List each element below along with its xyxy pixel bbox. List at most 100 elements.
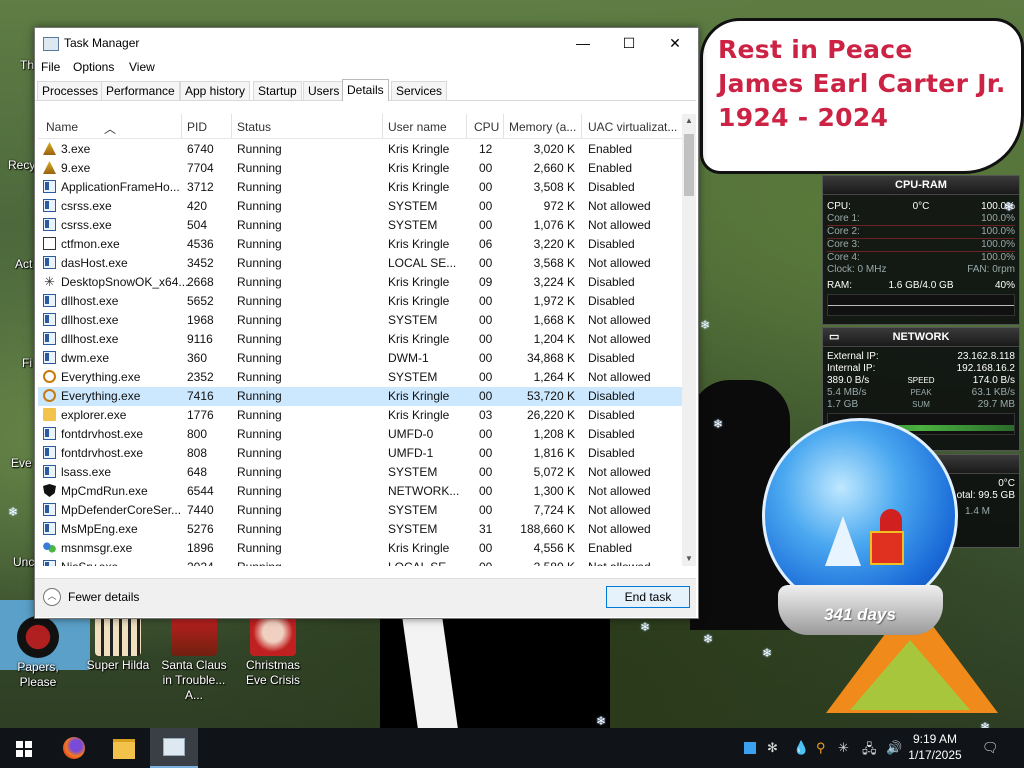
tab-processes[interactable]: Processes	[37, 81, 104, 100]
vertical-scrollbar[interactable]: ▲ ▼	[682, 114, 696, 566]
task-manager-window[interactable]: Task Manager — ☐ ✕ File Options View Pro…	[34, 27, 699, 619]
table-row[interactable]: lsass.exe 648 Running SYSTEM 00 5,072 K Not al…	[38, 463, 682, 482]
table-row[interactable]: Everything.exe 2352 Running SYSTEM 00 1,264 K…	[38, 368, 682, 387]
tray-search-icon[interactable]: ⚲	[816, 740, 826, 756]
table-row[interactable]: MpCmdRun.exe 6544 Running NETWORK... 00 1,300…	[38, 482, 682, 501]
column-header-memory[interactable]: Memory (a...	[509, 120, 576, 134]
process-uac: Not allowed	[588, 256, 651, 270]
menu-file[interactable]: File	[41, 60, 60, 74]
column-separator[interactable]	[231, 114, 232, 138]
process-cpu: 00	[479, 484, 493, 498]
title-bar[interactable]: Task Manager — ☐ ✕	[35, 28, 698, 58]
end-task-button[interactable]: End task	[606, 586, 690, 608]
column-header-user-name[interactable]: User name	[388, 120, 447, 134]
taskbar-clock[interactable]: 9:19 AM 1/17/2025	[905, 731, 965, 763]
taskbar-file-explorer[interactable]	[100, 728, 148, 768]
column-header-cpu[interactable]: CPU	[474, 120, 499, 134]
process-user: Kris Kringle	[388, 275, 450, 289]
process-memory: 1,264 K	[533, 370, 575, 384]
table-row[interactable]: ✳ DesktopSnowOK_x64... 2668 Running Kris Kri…	[38, 273, 682, 292]
desktop-icon-christmas-eve-crisis[interactable]: Christmas Eve Crisis	[235, 616, 311, 688]
table-row[interactable]: MpDefenderCoreSer... 7440 Running SYSTEM 00 7…	[38, 501, 682, 520]
table-row[interactable]: 3.exe 6740 Running Kris Kringle 12 3,020 K Ena…	[38, 140, 682, 159]
tab-startup[interactable]: Startup	[253, 81, 302, 100]
tray-snowflake-icon[interactable]: ✳	[838, 740, 849, 756]
application-icon	[43, 351, 56, 364]
desktop-icon-papers-please[interactable]: Papers, Please	[0, 616, 76, 690]
scroll-down-icon[interactable]: ▼	[682, 554, 696, 563]
details-table[interactable]: ︿ Name PID Status User name CPU Memory (…	[38, 114, 682, 566]
tray-volume-icon[interactable]: 🔊	[886, 740, 902, 756]
table-row[interactable]: dllhost.exe 9116 Running Kris Kringle 00 1,20…	[38, 330, 682, 349]
process-uac: Enabled	[588, 161, 633, 175]
desktop-icon-super-hilda[interactable]: Super Hilda	[80, 616, 156, 673]
minimize-button[interactable]: —	[560, 28, 606, 58]
process-user: UMFD-0	[388, 427, 434, 441]
tray-drop-icon[interactable]: 💧	[793, 740, 809, 756]
taskbar-firefox[interactable]	[50, 728, 98, 768]
process-memory: 4,556 K	[533, 541, 575, 555]
process-cpu: 09	[479, 275, 493, 289]
notification-icon[interactable]: 🗨	[982, 740, 999, 756]
column-header-status[interactable]: Status	[237, 120, 271, 134]
menu-options[interactable]: Options	[73, 60, 114, 74]
table-row[interactable]: dwm.exe 360 Running DWM-1 00 34,868 K Disabled	[38, 349, 682, 368]
scrollbar-thumb[interactable]	[684, 134, 694, 196]
process-pid: 6740	[187, 142, 214, 156]
table-row[interactable]: csrss.exe 420 Running SYSTEM 00 972 K Not allo…	[38, 197, 682, 216]
desktop-icon-partial-label[interactable]: Act	[15, 257, 32, 271]
table-row[interactable]: explorer.exe 1776 Running Kris Kringle 03 26,…	[38, 406, 682, 425]
column-separator[interactable]	[382, 114, 383, 138]
chevron-up-icon[interactable]: ︿	[43, 588, 61, 606]
menu-view[interactable]: View	[129, 60, 155, 74]
taskbar-task-manager[interactable]	[150, 728, 198, 768]
table-row[interactable]: ApplicationFrameHo... 3712 Running Kris Kri…	[38, 178, 682, 197]
tray-network-icon[interactable]: 🖧	[862, 740, 877, 762]
column-separator[interactable]	[503, 114, 504, 138]
table-row[interactable]: fontdrvhost.exe 800 Running UMFD-0 00 1,208 K…	[38, 425, 682, 444]
scroll-up-icon[interactable]: ▲	[682, 116, 696, 125]
desktop-icon-partial-label[interactable]: Unc	[13, 555, 34, 569]
core-percent: 100.0%	[981, 226, 1015, 237]
maximize-button[interactable]: ☐	[606, 28, 652, 58]
application-icon	[43, 180, 56, 193]
column-header-name[interactable]: Name	[46, 120, 78, 134]
cpu-ram-gadget[interactable]: CPU-RAM CPU: 0°C 100.0% Core 1: 100.0% Co…	[822, 175, 1020, 325]
start-button[interactable]	[0, 728, 48, 768]
table-row[interactable]: MsMpEng.exe 5276 Running SYSTEM 31 188,660 KN…	[38, 520, 682, 539]
desktop-icon-partial-label[interactable]: Fi	[22, 356, 32, 370]
table-row[interactable]: 9.exe 7704 Running Kris Kringle 00 2,660 K Ena…	[38, 159, 682, 178]
close-button[interactable]: ✕	[652, 28, 698, 58]
fewer-details-link[interactable]: Fewer details	[68, 590, 139, 604]
table-row[interactable]: msnmsgr.exe 1896 Running Kris Kringle 00 4,55…	[38, 539, 682, 558]
table-row[interactable]: Everything.exe 7416 Running Kris Kringle 00 5…	[38, 387, 682, 406]
process-pid: 800	[187, 427, 208, 441]
desktop-icon-partial-label[interactable]: Th	[20, 58, 34, 72]
table-row[interactable]: dllhost.exe 5652 Running Kris Kringle 00 1,97…	[38, 292, 682, 311]
table-row[interactable]: ctfmon.exe 4536 Running Kris Kringle 06 3,220…	[38, 235, 682, 254]
tray-app-icon[interactable]	[744, 742, 756, 754]
snowflake-icon: ❄	[762, 646, 773, 660]
tab-performance[interactable]: Performance	[101, 81, 180, 100]
desktop-icon-partial-label[interactable]: Eve	[11, 456, 32, 470]
column-separator[interactable]	[181, 114, 182, 138]
column-header-pid[interactable]: PID	[187, 120, 207, 134]
process-memory: 2,580 K	[508, 560, 575, 566]
desktop-icon-recycle-label[interactable]: Recy	[8, 158, 35, 172]
column-header-uac[interactable]: UAC virtualizat...	[588, 120, 677, 134]
column-separator[interactable]	[581, 114, 582, 138]
tray-people-icon[interactable]: ✻	[767, 740, 778, 756]
tab-users[interactable]: Users	[303, 81, 345, 100]
table-row[interactable]: csrss.exe 504 Running SYSTEM 00 1,076 K Not al…	[38, 216, 682, 235]
tab-services[interactable]: Services	[391, 81, 448, 100]
application-icon	[43, 522, 56, 535]
table-row[interactable]: dllhost.exe 1968 Running SYSTEM 00 1,668 K Not…	[38, 311, 682, 330]
desktop-icon-santa-claus-in-trouble[interactable]: Santa Claus in Trouble... A...	[156, 616, 232, 703]
tab-details[interactable]: Details	[342, 79, 389, 101]
table-row[interactable]: NisSrv.exe2024RunningLOCAL SE...002,580 …	[38, 558, 682, 566]
column-separator[interactable]	[466, 114, 467, 138]
process-pid: 7704	[187, 161, 214, 175]
table-row[interactable]: fontdrvhost.exe 808 Running UMFD-1 00 1,816 K…	[38, 444, 682, 463]
tab-app-history[interactable]: App history	[180, 81, 251, 100]
table-row[interactable]: dasHost.exe 3452 Running LOCAL SE... 00 3,568…	[38, 254, 682, 273]
